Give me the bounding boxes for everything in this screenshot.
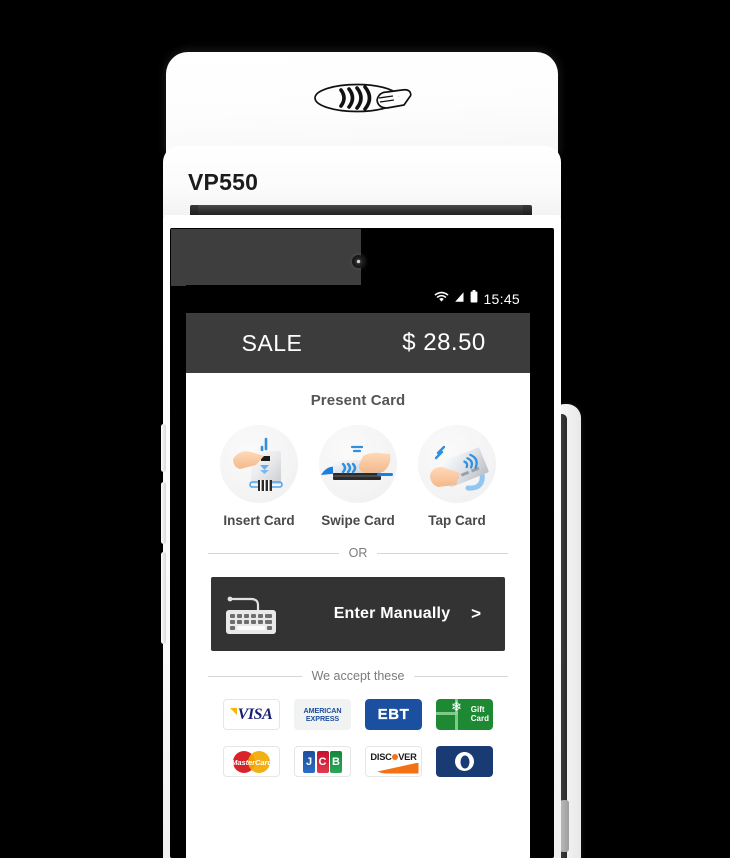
- visa-logo-text: VISA: [229, 706, 273, 724]
- jcb-logo-mark: J C B: [303, 750, 342, 773]
- insert-card-icon: [220, 425, 298, 503]
- transaction-type-label: SALE: [241, 329, 303, 356]
- ebt-logo-box: EBT: [365, 699, 422, 730]
- swipe-card-icon: [319, 425, 397, 503]
- visa-logo: VISA: [223, 699, 280, 730]
- or-divider-label: OR: [348, 546, 368, 560]
- jcb-segment-c: C: [316, 750, 329, 773]
- side-button-middle[interactable]: [161, 482, 166, 544]
- accepted-divider-label: We accept these: [311, 669, 405, 683]
- jcb-segment-b: B: [330, 750, 342, 773]
- accepted-cards-row-1: VISA AMERICAN EXPRESS EBT ❄ Gift Card: [198, 683, 518, 730]
- mastercard-logo-text: MasterCard: [231, 757, 272, 767]
- discover-logo: DISC VER: [365, 746, 422, 777]
- amex-logo-line2: EXPRESS: [305, 713, 340, 723]
- jcb-segment-j: J: [303, 750, 315, 773]
- amex-logo-box: AMERICAN EXPRESS: [294, 699, 351, 730]
- transaction-amount: $ 28.50: [402, 329, 486, 356]
- signal-icon: [454, 290, 465, 308]
- transaction-header: SALE $ 28.50: [186, 313, 530, 373]
- side-button-bottom[interactable]: [161, 552, 166, 644]
- ebt-logo-text: EBT: [377, 706, 410, 723]
- gift-card-logo: ❄ Gift Card: [436, 699, 493, 730]
- amex-logo: AMERICAN EXPRESS: [294, 699, 351, 730]
- discover-text-part1: DISC: [370, 751, 392, 762]
- method-tap-card[interactable]: Tap Card: [411, 425, 503, 528]
- method-insert-card[interactable]: Insert Card: [213, 425, 305, 528]
- keyboard-icon: [211, 588, 297, 640]
- enter-manually-button[interactable]: Enter Manually >: [211, 577, 505, 651]
- visa-swoosh-icon: [229, 707, 237, 715]
- mastercard-logo: MasterCard: [223, 746, 280, 777]
- method-swipe-card[interactable]: Swipe Card: [312, 425, 404, 528]
- accepted-divider: We accept these: [198, 651, 518, 683]
- battery-icon: [470, 290, 478, 308]
- gift-bow-icon: ❄: [451, 699, 462, 714]
- discover-logo-text: DISC VER: [367, 752, 421, 762]
- jcb-logo: J C B: [294, 746, 351, 777]
- status-bar: 15:45: [186, 285, 530, 313]
- front-camera-icon: [352, 255, 365, 268]
- accepted-divider-line-right: [414, 675, 509, 677]
- status-bar-clock: 15:45: [483, 291, 520, 307]
- screen-content: Present Card Insert Card Swipe Card Tap …: [186, 373, 530, 777]
- side-button-top[interactable]: [161, 424, 166, 472]
- chevron-right-icon: >: [471, 604, 481, 623]
- gift-card-logo-text: Gift Card: [470, 705, 489, 723]
- ebt-logo: EBT: [365, 699, 422, 730]
- accepted-divider-line-left: [208, 675, 302, 677]
- contactless-nfc-icon: [307, 78, 417, 118]
- method-swipe-card-label: Swipe Card: [321, 513, 395, 528]
- screenshot-stage: VP550 15:45 SALE $ 28.50 Present Card In…: [0, 0, 730, 858]
- discover-swoosh-icon: [368, 762, 419, 774]
- discover-logo-mark: DISC VER: [367, 749, 421, 775]
- method-insert-card-label: Insert Card: [223, 513, 295, 528]
- divider-line-left: [208, 552, 339, 554]
- discover-text-part2: VER: [398, 751, 417, 762]
- present-card-title: Present Card: [310, 392, 406, 409]
- tap-card-icon: [418, 425, 496, 503]
- wifi-icon: [434, 290, 449, 308]
- card-entry-methods: Insert Card Swipe Card Tap Card: [198, 409, 518, 528]
- diners-club-logo: [436, 746, 493, 777]
- diners-club-ring-icon: [455, 752, 474, 771]
- accepted-cards-row-2: MasterCard J C B DISC VER: [198, 730, 518, 777]
- diners-club-inner-oval: [460, 755, 469, 768]
- or-divider: OR: [198, 528, 518, 560]
- gift-card-line2: Card: [470, 713, 489, 723]
- diners-club-logo-box: [436, 746, 493, 777]
- device-model-label: VP550: [188, 169, 259, 195]
- bezel-reflection: [171, 229, 361, 286]
- gift-card-logo-box: ❄ Gift Card: [436, 699, 493, 730]
- method-tap-card-label: Tap Card: [428, 513, 486, 528]
- terminal-screen: 15:45 SALE $ 28.50 Present Card Insert C…: [186, 285, 530, 858]
- divider-line-right: [377, 552, 508, 554]
- mastercard-logo-mark: MasterCard: [231, 750, 273, 773]
